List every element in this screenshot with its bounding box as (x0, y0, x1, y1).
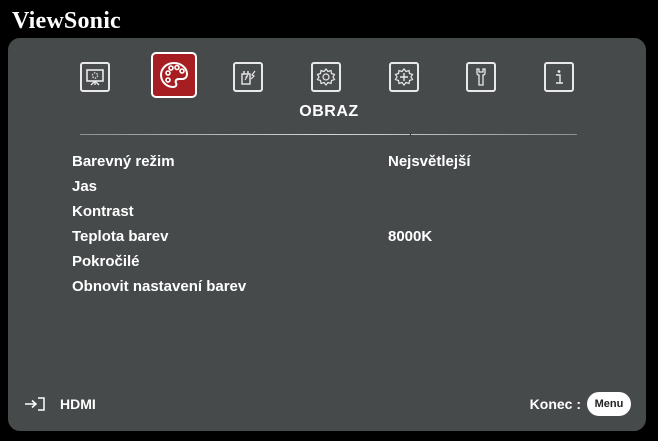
palette-icon (159, 61, 189, 89)
menu-item-color-mode[interactable]: Barevný režim Nejsvětlejší (72, 153, 592, 178)
input-source-indicator: HDMI (24, 396, 96, 412)
gear-icon (316, 68, 336, 86)
menu-item-reset-color[interactable]: Obnovit nastavení barev (72, 278, 592, 303)
wrench-icon (476, 68, 486, 86)
tab-display[interactable] (80, 62, 110, 92)
advanced-gear-icon (394, 68, 414, 86)
input-source-icon (25, 397, 45, 411)
menu-item-brightness[interactable]: Jas (72, 178, 592, 203)
menu-item-label: Kontrast (72, 203, 134, 220)
menu-item-label: Pokročilé (72, 253, 140, 270)
menu-item-label: Teplota barev (72, 228, 169, 245)
menu-item-contrast[interactable]: Kontrast (72, 203, 592, 228)
menu-item-value: Nejsvětlejší (388, 153, 471, 170)
section-title: OBRAZ (299, 103, 359, 120)
display-icon (86, 69, 104, 86)
title-divider-notch (410, 133, 411, 136)
tab-information[interactable] (544, 62, 574, 92)
brand-logo: ViewSonic (12, 8, 121, 34)
input-source-label: HDMI (60, 396, 96, 412)
title-divider (80, 134, 577, 135)
tab-advanced-settings[interactable] (389, 62, 419, 92)
menu-button[interactable]: Menu (587, 392, 631, 416)
menu-item-value: 8000K (388, 228, 433, 245)
menu-item-label: Jas (72, 178, 98, 195)
tab-basic-settings[interactable] (311, 62, 341, 92)
tab-power[interactable] (233, 62, 263, 92)
exit-hint: Konec : Menu (530, 392, 631, 416)
menu-item-label: Obnovit nastavení barev (72, 278, 247, 295)
info-icon (556, 70, 563, 84)
menu-item-advanced[interactable]: Pokročilé (72, 253, 592, 278)
tab-picture[interactable] (151, 52, 197, 98)
power-plug-icon (241, 70, 256, 85)
menu-item-color-temperature[interactable]: Teplota barev 8000K (72, 228, 592, 253)
exit-label: Konec : (529, 396, 581, 412)
tab-maintenance[interactable] (466, 62, 496, 92)
menu-item-label: Barevný režim (72, 153, 175, 170)
settings-menu: Barevný režim Nejsvětlejší Jas Kontrast … (72, 153, 592, 303)
